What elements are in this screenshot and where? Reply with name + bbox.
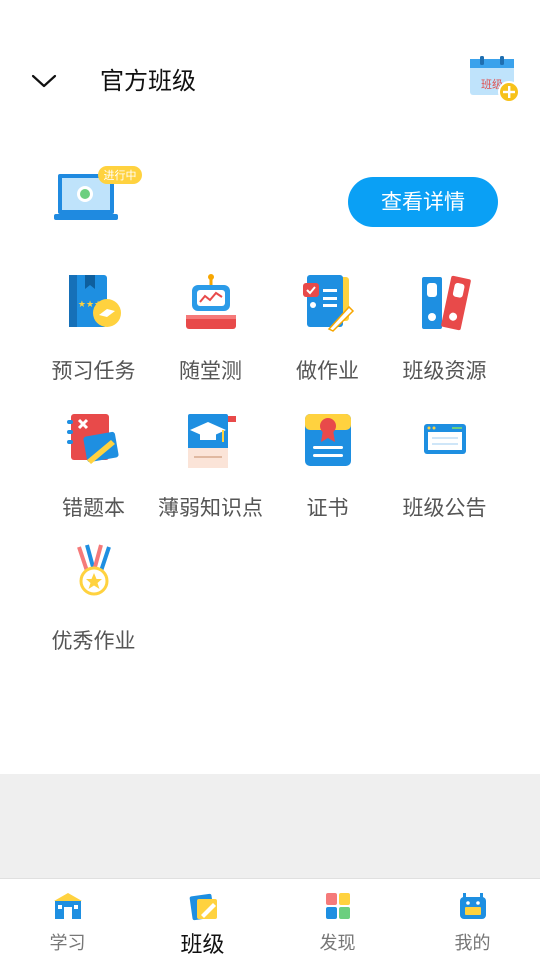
empty-area — [0, 774, 540, 880]
feature-label: 班级公告 — [402, 496, 487, 520]
tab-profile[interactable]: 我的 — [405, 879, 540, 961]
tab-discover[interactable]: 发现 — [270, 879, 405, 961]
feature-announcement[interactable]: 班级公告 — [386, 402, 503, 530]
feature-weak-points[interactable]: 薄弱知识点 — [152, 402, 269, 530]
homework-icon — [303, 275, 355, 332]
feature-preview-task[interactable]: ★★★ 预习任务 — [35, 265, 152, 393]
header: 官方班级 班级 — [0, 0, 540, 160]
bottom-tab-bar: 学习 班级 发现 我的 — [0, 878, 540, 961]
class-resources-icon — [422, 275, 471, 331]
tab-class[interactable]: 班级 — [135, 879, 270, 961]
chevron-down-icon[interactable] — [30, 68, 58, 94]
preview-task-icon: ★★★ — [69, 275, 121, 327]
study-icon — [53, 893, 82, 919]
tab-label: 我的 — [454, 933, 491, 954]
feature-label: 优秀作业 — [51, 629, 136, 653]
feature-certificate[interactable]: 证书 — [269, 402, 386, 530]
tab-study[interactable]: 学习 — [0, 879, 135, 961]
tab-label: 班级 — [180, 933, 225, 958]
certificate-icon — [305, 414, 351, 466]
announcement-icon — [424, 424, 466, 454]
add-class-icon[interactable]: 班级 — [466, 56, 522, 104]
live-status-badge: 进行中 — [104, 169, 137, 182]
weak-points-icon — [188, 414, 236, 468]
tab-label: 学习 — [49, 933, 86, 954]
feature-homework[interactable]: 做作业 — [269, 265, 386, 393]
discover-icon — [325, 893, 350, 919]
feature-mistake-book[interactable]: 错题本 — [35, 402, 152, 530]
page-title[interactable]: 官方班级 — [100, 62, 196, 100]
class-test-icon — [186, 274, 236, 329]
profile-icon — [459, 893, 486, 919]
live-class-icon[interactable]: 进行中 — [54, 162, 146, 226]
mistake-book-icon — [67, 414, 119, 464]
feature-class-resources[interactable]: 班级资源 — [386, 265, 503, 393]
feature-excellent-work[interactable]: 优秀作业 — [35, 535, 152, 663]
feature-class-test[interactable]: 随堂测 — [152, 265, 269, 393]
view-details-button[interactable]: 查看详情 — [348, 177, 498, 227]
feature-label: 班级资源 — [402, 359, 487, 383]
excellent-work-icon — [77, 544, 111, 596]
tab-label: 发现 — [319, 933, 356, 954]
class-icon — [189, 893, 217, 921]
